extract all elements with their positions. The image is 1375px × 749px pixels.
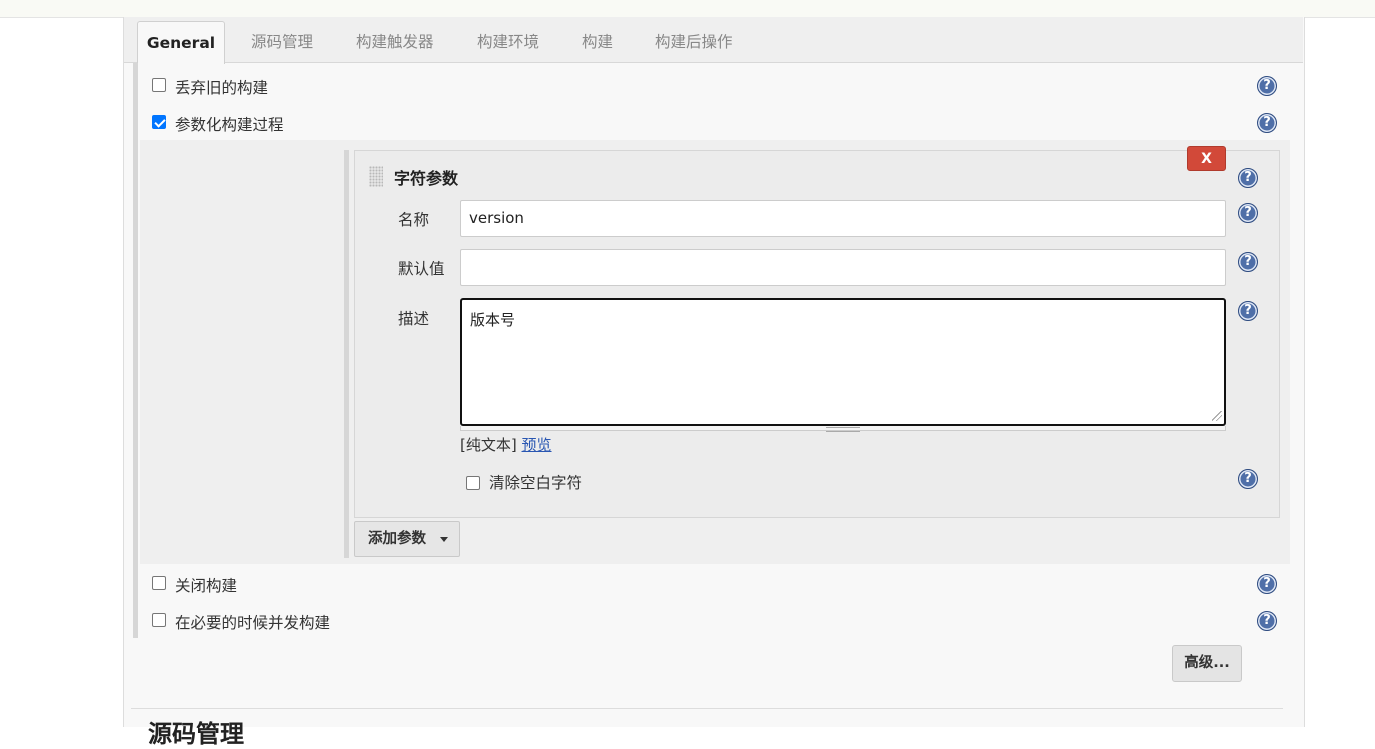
help-icon[interactable]: ? xyxy=(1238,168,1258,188)
plain-text-label: [纯文本] xyxy=(460,436,517,454)
help-icon[interactable]: ? xyxy=(1257,574,1277,594)
preview-link[interactable]: 预览 xyxy=(522,436,552,454)
help-icon[interactable]: ? xyxy=(1257,113,1277,133)
help-icon[interactable]: ? xyxy=(1257,76,1277,96)
help-icon[interactable]: ? xyxy=(1257,611,1277,631)
default-value-input[interactable] xyxy=(460,249,1226,286)
add-parameter-label: 添加参数 xyxy=(368,531,426,547)
tab-build-environment[interactable]: 构建环境 xyxy=(477,26,539,62)
disable-build-checkbox[interactable] xyxy=(152,576,166,590)
parameters-indent-bar xyxy=(344,150,349,558)
section-divider xyxy=(131,708,1283,709)
description-label: 描述 xyxy=(398,310,430,328)
tab-build[interactable]: 构建 xyxy=(582,26,613,62)
name-field-label: 名称 xyxy=(398,211,430,229)
trim-whitespace-checkbox[interactable] xyxy=(466,476,480,490)
help-icon[interactable]: ? xyxy=(1238,252,1258,272)
tab-build-triggers[interactable]: 构建触发器 xyxy=(356,26,434,62)
delete-parameter-button[interactable]: X xyxy=(1187,146,1226,171)
markup-format-line: [纯文本] 预览 xyxy=(460,434,552,455)
add-parameter-button[interactable]: 添加参数 xyxy=(354,521,460,557)
trim-whitespace-label: 清除空白字符 xyxy=(489,474,583,492)
browser-top-strip xyxy=(0,0,1375,18)
description-textarea[interactable]: 版本号 xyxy=(460,298,1226,426)
drag-handle-icon[interactable] xyxy=(369,166,383,187)
name-input[interactable]: version xyxy=(460,200,1226,237)
source-management-heading: 源码管理 xyxy=(148,720,244,748)
help-icon[interactable]: ? xyxy=(1238,203,1258,223)
parameter-type-title: 字符参数 xyxy=(394,169,459,188)
advanced-button[interactable]: 高级... xyxy=(1172,645,1242,682)
tab-general[interactable]: General xyxy=(137,21,225,64)
concurrent-build-checkbox[interactable] xyxy=(152,613,166,627)
discard-old-builds-label: 丢弃旧的构建 xyxy=(175,79,269,97)
default-value-label: 默认值 xyxy=(398,260,445,278)
section-indent-bar xyxy=(133,63,138,638)
textarea-resize-grip[interactable] xyxy=(1212,411,1222,421)
disable-build-label: 关闭构建 xyxy=(175,577,238,595)
parameterized-build-checkbox[interactable] xyxy=(152,115,166,129)
tab-post-build[interactable]: 构建后操作 xyxy=(655,26,733,62)
parameterized-build-label: 参数化构建过程 xyxy=(175,116,284,134)
help-icon[interactable]: ? xyxy=(1238,301,1258,321)
tab-source-management[interactable]: 源码管理 xyxy=(251,26,313,62)
caret-down-icon xyxy=(440,537,448,542)
concurrent-build-label: 在必要的时候并发构建 xyxy=(175,614,331,632)
help-icon[interactable]: ? xyxy=(1238,469,1258,489)
discard-old-builds-checkbox[interactable] xyxy=(152,78,166,92)
textarea-resize-handle[interactable] xyxy=(826,427,860,432)
